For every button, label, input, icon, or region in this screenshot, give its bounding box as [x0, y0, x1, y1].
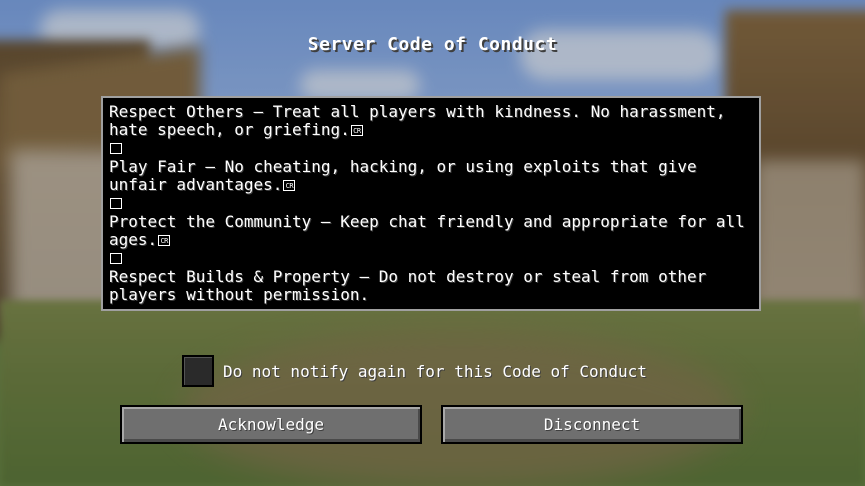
- rule-text: Respect Others — Treat all players with …: [109, 102, 726, 140]
- rule-protect-community: Protect the Community — Keep chat friend…: [109, 211, 753, 250]
- line-break-glyph: CR: [110, 198, 122, 210]
- line-break-glyph: CR: [283, 180, 296, 192]
- game-screen: Server Code of Conduct Respect Others — …: [0, 0, 865, 486]
- rule-text: Play Fair — No cheating, hacking, or usi…: [109, 156, 697, 195]
- rule-text: Respect Builds & Property — Do not destr…: [109, 266, 707, 304]
- line-break-glyph: CR: [110, 253, 122, 265]
- rule-respect-others: Respect Others — Treat all players with …: [109, 102, 753, 140]
- line-break-glyph: CR: [350, 125, 363, 137]
- code-of-conduct-text-panel[interactable]: Respect Others — Treat all players with …: [101, 96, 761, 311]
- do-not-notify-label[interactable]: Do not notify again for this Code of Con…: [223, 362, 647, 381]
- disconnect-button[interactable]: Disconnect: [441, 405, 743, 444]
- rule-play-fair: Play Fair — No cheating, hacking, or usi…: [109, 156, 753, 195]
- do-not-notify-checkbox[interactable]: [182, 355, 214, 387]
- line-break-glyph: CR: [158, 235, 171, 247]
- rule-text: Protect the Community — Keep chat friend…: [109, 211, 745, 250]
- rule-respect-builds: Respect Builds & Property — Do not destr…: [109, 266, 753, 305]
- do-not-notify-row: Do not notify again for this Code of Con…: [182, 353, 647, 389]
- dialog-title: Server Code of Conduct: [307, 34, 558, 55]
- line-break-glyph: CR: [110, 143, 122, 155]
- acknowledge-button[interactable]: Acknowledge: [120, 405, 422, 444]
